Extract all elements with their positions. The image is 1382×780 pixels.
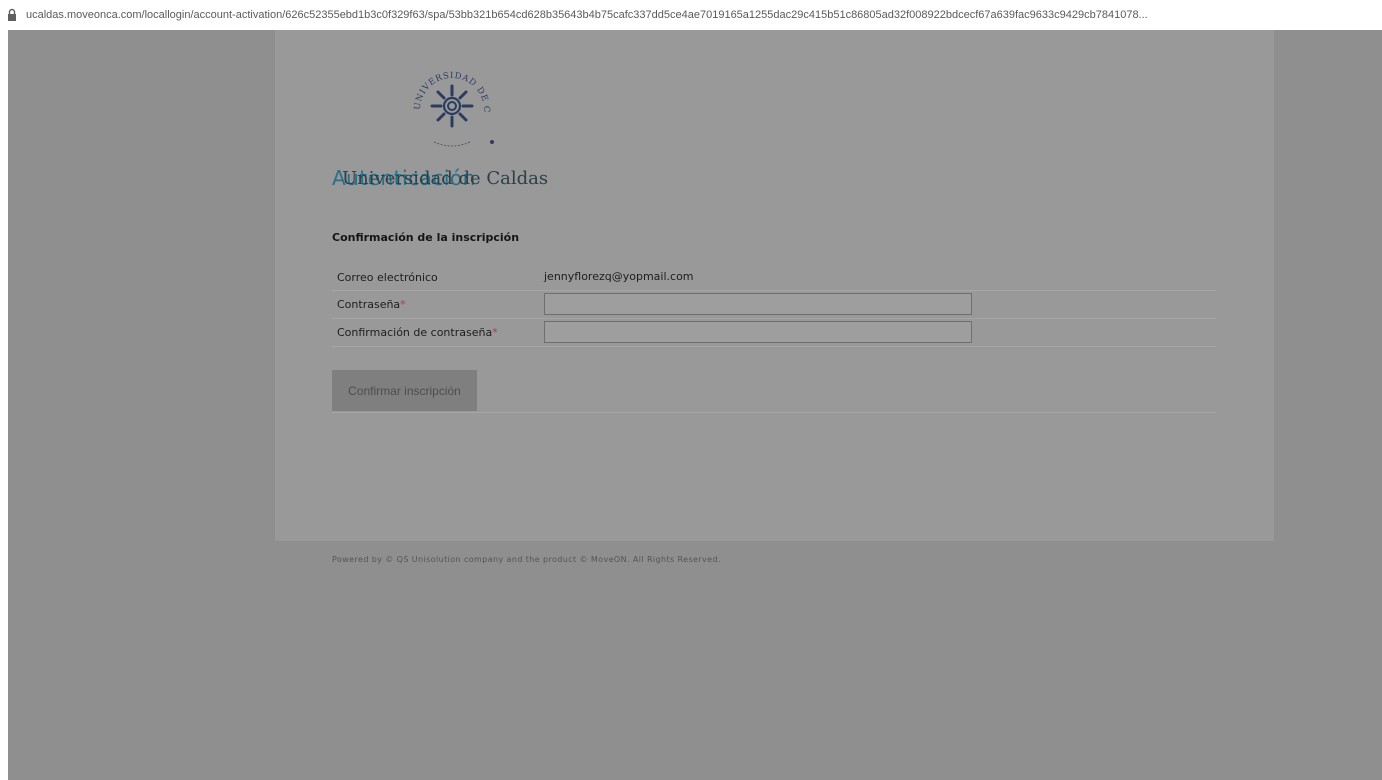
browser-address-bar[interactable]: ucaldas.moveonca.com/locallogin/account-… bbox=[0, 0, 1382, 30]
password-input[interactable] bbox=[544, 293, 972, 315]
password-row: Contraseña* bbox=[332, 291, 1216, 319]
confirm-password-input[interactable] bbox=[544, 321, 972, 343]
page-edge bbox=[0, 30, 8, 780]
confirm-registration-button[interactable]: Confirmar inscripción bbox=[332, 370, 477, 411]
footer-copyright: Powered by © QS Unisolution company and … bbox=[332, 555, 721, 564]
password-label: Contraseña* bbox=[337, 298, 406, 311]
lock-icon bbox=[8, 8, 16, 21]
email-row: Correo electrónico jennyflorezq@yopmail.… bbox=[332, 264, 1216, 291]
email-value: jennyflorezq@yopmail.com bbox=[544, 270, 694, 283]
required-asterisk: * bbox=[400, 298, 406, 311]
registration-confirmation-form: Confirmación de la inscripción Correo el… bbox=[332, 228, 1216, 413]
form-actions: Confirmar inscripción bbox=[332, 370, 1216, 413]
page-title: Autenticación Universidad de Caldas bbox=[332, 166, 652, 196]
form-fields: Correo electrónico jennyflorezq@yopmail.… bbox=[332, 264, 1216, 347]
url-text[interactable]: ucaldas.moveonca.com/locallogin/account-… bbox=[26, 9, 1378, 21]
section-title: Confirmación de la inscripción bbox=[332, 231, 520, 244]
required-asterisk: * bbox=[492, 326, 498, 339]
university-logo: UNIVERSIDAD DE CALDAS bbox=[404, 58, 494, 147]
title-universidad: Universidad de Caldas bbox=[342, 168, 549, 189]
confirm-password-row: Confirmación de contraseña* bbox=[332, 319, 1216, 347]
email-label: Correo electrónico bbox=[337, 271, 438, 284]
confirm-password-label: Confirmación de contraseña* bbox=[337, 326, 498, 339]
